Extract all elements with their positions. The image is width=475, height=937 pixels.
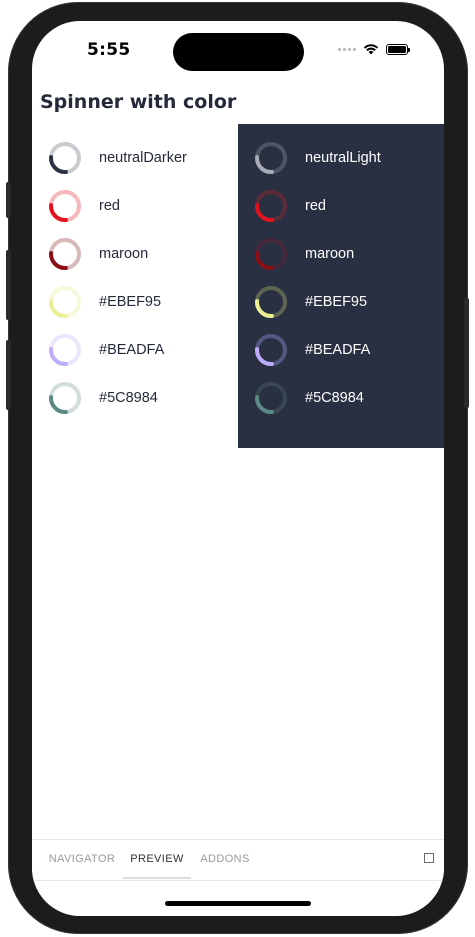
spinner-arc — [49, 299, 68, 318]
spinner-row: maroon — [32, 230, 238, 278]
tab-navigator[interactable]: NAVIGATOR — [40, 840, 124, 878]
spinner-arc — [255, 299, 274, 318]
dark-spinner-panel: neutralLight red maroon #EBEF95 #BEADFA … — [238, 124, 444, 448]
spinner-icon — [49, 190, 81, 222]
spinner-icon — [255, 286, 287, 318]
spinner-arc — [49, 395, 68, 414]
addons-tab-bar: NAVIGATOR PREVIEW ADDONS — [32, 839, 444, 881]
spinner-row: #5C8984 — [32, 374, 238, 422]
status-time: 5:55 — [87, 40, 131, 60]
spinner-arc — [49, 347, 68, 366]
spinner-icon — [49, 238, 81, 270]
spinner-arc — [49, 251, 68, 270]
spinner-arc — [49, 203, 68, 222]
spinner-icon — [255, 238, 287, 270]
device-screen: 5:55 Spinner with color neutralDarker re… — [32, 21, 444, 916]
spinner-row: neutralDarker — [32, 134, 238, 182]
spinner-label: neutralDarker — [99, 150, 187, 166]
spinner-icon — [255, 190, 287, 222]
spinner-arc — [255, 347, 274, 366]
spinner-icon — [49, 334, 81, 366]
spinner-icon — [49, 142, 81, 174]
dynamic-island — [173, 33, 304, 71]
spinner-row: #EBEF95 — [32, 278, 238, 326]
spinner-row: maroon — [238, 230, 444, 278]
spinner-row: neutralLight — [238, 134, 444, 182]
tab-preview[interactable]: PREVIEW — [123, 840, 191, 878]
spinner-arc — [255, 203, 274, 222]
volume-down-button — [6, 340, 11, 410]
spinner-label: maroon — [305, 246, 355, 262]
wifi-icon — [363, 44, 379, 55]
spinner-label: red — [305, 198, 326, 214]
spinner-row: #BEADFA — [238, 326, 444, 374]
spinner-label: #5C8984 — [99, 390, 158, 406]
spinner-label: #EBEF95 — [99, 294, 162, 310]
spinner-icon — [255, 334, 287, 366]
spinner-icon — [49, 286, 81, 318]
spinner-row: red — [238, 182, 444, 230]
spinner-arc — [255, 251, 274, 270]
spinner-label: #5C8984 — [305, 390, 364, 406]
spinner-label: #EBEF95 — [305, 294, 368, 310]
status-icons — [338, 43, 410, 55]
page-title: Spinner with color — [40, 91, 237, 113]
square-icon[interactable] — [424, 853, 434, 863]
spinner-icon — [255, 142, 287, 174]
spinner-row: #5C8984 — [238, 374, 444, 422]
volume-up-button — [6, 250, 11, 320]
light-spinner-panel: neutralDarker red maroon #EBEF95 #BEADFA… — [32, 124, 238, 448]
spinner-row: red — [32, 182, 238, 230]
battery-icon — [386, 43, 410, 55]
spinner-icon — [49, 382, 81, 414]
home-indicator[interactable] — [165, 901, 311, 906]
spinner-label: red — [99, 198, 120, 214]
tab-addons[interactable]: ADDONS — [192, 840, 258, 878]
spinner-row: #EBEF95 — [238, 278, 444, 326]
status-bar: 5:55 — [32, 21, 444, 81]
spinner-icon — [255, 382, 287, 414]
action-button — [6, 182, 11, 218]
spinner-arc — [255, 395, 274, 414]
spinner-row: #BEADFA — [32, 326, 238, 374]
signal-dots-icon — [338, 47, 356, 51]
spinner-arc — [255, 155, 274, 174]
power-button — [464, 298, 469, 408]
spinner-label: maroon — [99, 246, 149, 262]
spinner-label: #BEADFA — [305, 342, 371, 358]
active-tab-indicator — [123, 877, 191, 879]
spinner-label: #BEADFA — [99, 342, 165, 358]
spinner-arc — [49, 155, 68, 174]
spinner-label: neutralLight — [305, 150, 381, 166]
